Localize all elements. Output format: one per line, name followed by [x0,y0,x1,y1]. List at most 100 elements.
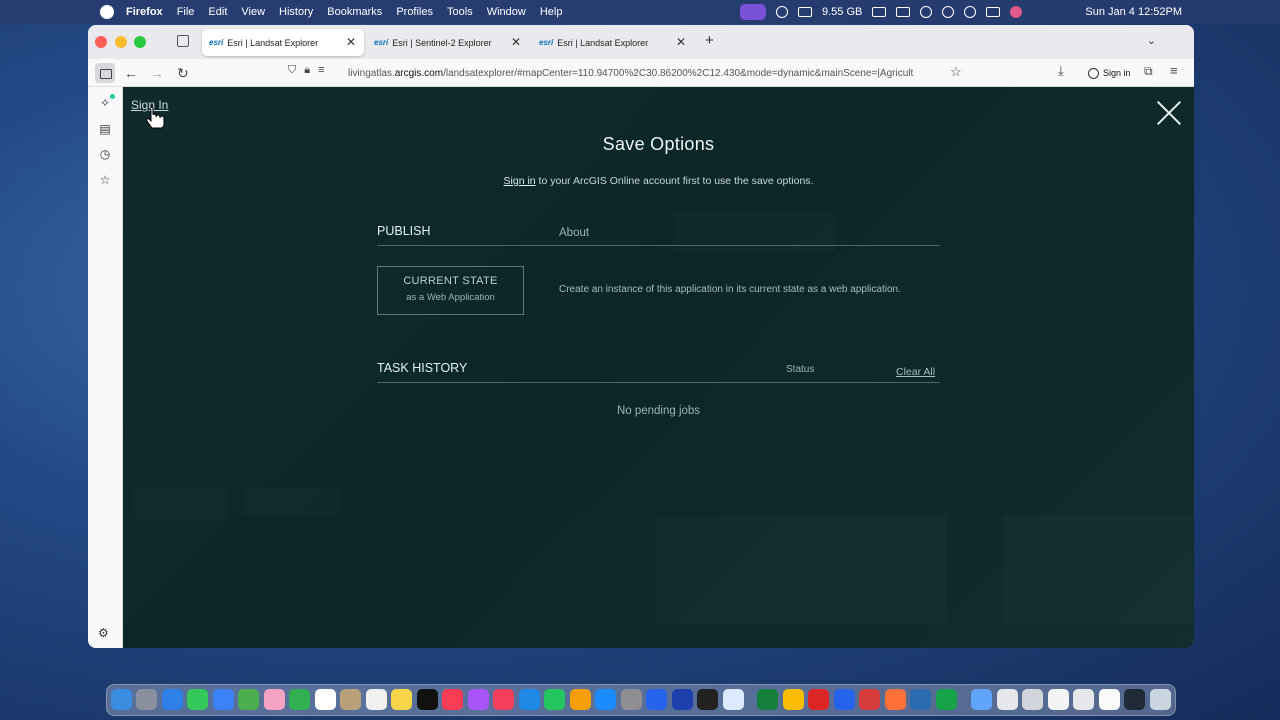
settings-gear-icon[interactable]: ⚙ [98,626,109,640]
memory-icon[interactable] [798,7,812,17]
shield-icon[interactable]: ⛉ [288,64,296,77]
apple-tv-icon[interactable] [417,689,438,710]
camtasia-icon[interactable] [936,689,957,710]
finder-icon[interactable] [111,689,132,710]
esri-logo-icon: esri [374,38,389,47]
close-tab-icon[interactable]: ✕ [346,35,356,49]
back-icon[interactable]: ← [124,64,138,82]
synced-tabs-icon[interactable]: ▤ [98,122,112,136]
bookmarks-star-icon[interactable]: ☆ [98,173,112,187]
menu-file[interactable]: File [177,6,195,18]
siri-icon[interactable] [1010,6,1023,18]
document-stack-icon[interactable] [1124,689,1145,710]
account-sign-in-button[interactable]: Sign in [1082,62,1137,84]
new-tab-button[interactable]: + [705,32,714,49]
url-input[interactable]: livingatlas. arcgis.com/landsatexplorer/#… [348,62,942,84]
sync-icon[interactable] [776,6,788,18]
acrobat-icon[interactable] [808,689,829,710]
task-history-section-header: TASK HISTORY Status [377,361,940,383]
close-modal-button[interactable] [1156,100,1182,126]
mail-icon[interactable] [213,689,234,710]
download-icon[interactable]: ⤓ [1058,63,1064,79]
safari-icon[interactable] [162,689,183,710]
hamburger-menu-icon[interactable]: ≡ [1170,63,1178,78]
menu-profiles[interactable]: Profiles [396,6,433,18]
menu-clock[interactable]: Sun Jan 4 12:52PM [1085,0,1182,24]
podcasts-icon[interactable] [468,689,489,710]
keynote-icon[interactable] [519,689,540,710]
news-icon[interactable] [493,689,514,710]
excel-icon[interactable] [757,689,778,710]
document-stack-icon[interactable] [997,689,1018,710]
firefox-icon[interactable] [885,689,906,710]
lock-icon[interactable]: 🔒︎ [304,64,310,77]
menu-app-firefox[interactable]: Firefox [126,6,163,18]
tab-sentinel-2-explorer[interactable]: esri Esri | Sentinel-2 Explorer ✕ [367,29,529,56]
terminal-icon[interactable] [697,689,718,710]
keyboard-icon[interactable] [896,7,911,17]
sidebar-toggle-button[interactable] [95,63,115,83]
tab-list-icon[interactable] [177,35,189,47]
chevron-down-icon[interactable]: ⌄ [1147,34,1156,47]
music-icon[interactable] [442,689,463,710]
document-stack-icon[interactable] [1073,689,1094,710]
search-icon[interactable] [964,6,977,18]
permissions-icon[interactable]: ≡ [318,64,324,77]
forward-icon[interactable]: → [150,64,164,82]
memory-status[interactable]: 9.55 GB [822,6,862,18]
tab-landsat-explorer-active[interactable]: esri Esri | Landsat Explorer ✕ [202,29,364,56]
zoom-window-button[interactable] [134,36,146,48]
maps-icon[interactable] [238,689,259,710]
menu-edit[interactable]: Edit [208,6,227,18]
menu-window[interactable]: Window [487,6,526,18]
menu-view[interactable]: View [241,6,265,18]
document-stack-icon[interactable] [1099,689,1120,710]
apple-icon[interactable] [100,5,114,19]
ai-sparkle-icon[interactable]: ✧ [98,94,115,110]
close-tab-icon[interactable]: ✕ [676,35,686,49]
minimize-window-button[interactable] [115,36,127,48]
calendar-icon[interactable] [315,689,336,710]
extensions-icon[interactable]: ⧉ [1144,64,1153,79]
bookmark-star-icon[interactable]: ☆ [950,64,962,80]
chrome-icon[interactable] [783,689,804,710]
notes-icon[interactable] [391,689,412,710]
battery-icon[interactable] [872,7,887,17]
clear-all-button[interactable]: Clear All [896,366,935,378]
reminders-icon[interactable] [366,689,387,710]
menu-history[interactable]: History [279,6,313,18]
modal-sign-in-link[interactable]: Sign in [504,175,536,187]
outlook-icon[interactable] [834,689,855,710]
menu-bookmarks[interactable]: Bookmarks [327,6,382,18]
current-state-button[interactable]: CURRENT STATE as a Web Application [377,266,524,315]
document-stack-icon[interactable] [1022,689,1043,710]
files-icon[interactable] [723,689,744,710]
reload-icon[interactable]: ↻ [177,64,189,82]
screen-record-icon[interactable] [740,4,766,20]
document-stack-icon[interactable] [1048,689,1069,710]
control-center-icon[interactable] [986,7,1001,17]
user-icon[interactable] [942,6,955,18]
history-clock-icon[interactable]: ◷ [98,147,112,161]
downloads-folder-icon[interactable] [971,689,992,710]
contacts-icon[interactable] [340,689,361,710]
menu-help[interactable]: Help [540,6,563,18]
xcode-icon[interactable] [672,689,693,710]
numbers-icon[interactable] [544,689,565,710]
photos-icon[interactable] [264,689,285,710]
simulator-icon[interactable] [910,689,931,710]
app-store-icon[interactable] [595,689,616,710]
launchpad-icon[interactable] [136,689,157,710]
menu-tools[interactable]: Tools [447,6,473,18]
close-window-button[interactable] [95,36,107,48]
preview-icon[interactable] [646,689,667,710]
wifi-icon[interactable] [920,6,933,18]
pages-icon[interactable] [570,689,591,710]
messages-icon[interactable] [187,689,208,710]
close-tab-icon[interactable]: ✕ [511,35,521,49]
pdf-reader-icon[interactable] [859,689,880,710]
tab-landsat-explorer[interactable]: esri Esri | Landsat Explorer ✕ [532,29,694,56]
facetime-icon[interactable] [289,689,310,710]
trash-icon[interactable] [1150,689,1171,710]
system-settings-icon[interactable] [621,689,642,710]
